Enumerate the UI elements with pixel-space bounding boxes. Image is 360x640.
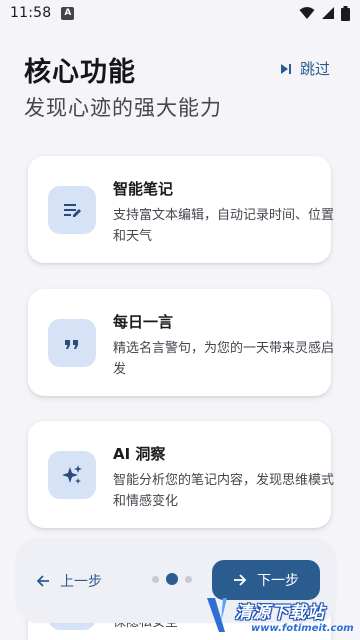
page-indicator [152, 573, 192, 585]
feature-title: 智能笔记 [113, 180, 174, 198]
skip-next-icon [280, 63, 291, 74]
page-title: 核心功能 [24, 57, 136, 88]
status-time: 11:58 [10, 5, 52, 21]
feature-title: AI 洞察 [113, 445, 166, 463]
quote-icon [48, 319, 96, 367]
feature-description: 支持富文本编辑，自动记录时间、位置和天气 [113, 208, 335, 244]
feature-card-daily-quote[interactable]: 每日一言 精选名言警句，为您的一天带来灵感启发 [28, 289, 334, 396]
status-bar: 11:58 A [0, 0, 360, 26]
notes-edit-icon [48, 186, 96, 234]
arrow-left-icon [36, 575, 49, 587]
previous-label: 上一步 [60, 574, 102, 590]
feature-title: 每日一言 [113, 313, 174, 331]
feature-description: 精选名言警句，为您的一天带来灵感启发 [113, 341, 335, 377]
page-subtitle: 发现心迹的强大能力 [24, 96, 222, 120]
page-dot [185, 575, 192, 583]
feature-description: 智能分析您的笔记内容，发现思维模式和情感变化 [113, 473, 335, 509]
skip-label: 跳过 [299, 60, 330, 78]
signal-icon [322, 7, 334, 19]
previous-button[interactable]: 上一步 [36, 571, 102, 591]
battery-icon [341, 5, 350, 21]
arrow-right-icon [234, 574, 247, 586]
sparkle-icon [48, 451, 96, 499]
page-dot-active [166, 573, 178, 585]
next-button[interactable]: 下一步 [212, 560, 320, 600]
notification-icon: A [61, 6, 75, 20]
feature-card-smart-notes[interactable]: 智能笔记 支持富文本编辑，自动记录时间、位置和天气 [28, 156, 334, 263]
next-label: 下一步 [257, 573, 299, 589]
page-dot [152, 575, 159, 583]
status-icons [299, 5, 350, 21]
skip-button[interactable]: 跳过 [280, 58, 330, 79]
wifi-icon [299, 7, 315, 19]
feature-card-ai-insight[interactable]: AI 洞察 智能分析您的笔记内容，发现思维模式和情感变化 [28, 421, 334, 528]
